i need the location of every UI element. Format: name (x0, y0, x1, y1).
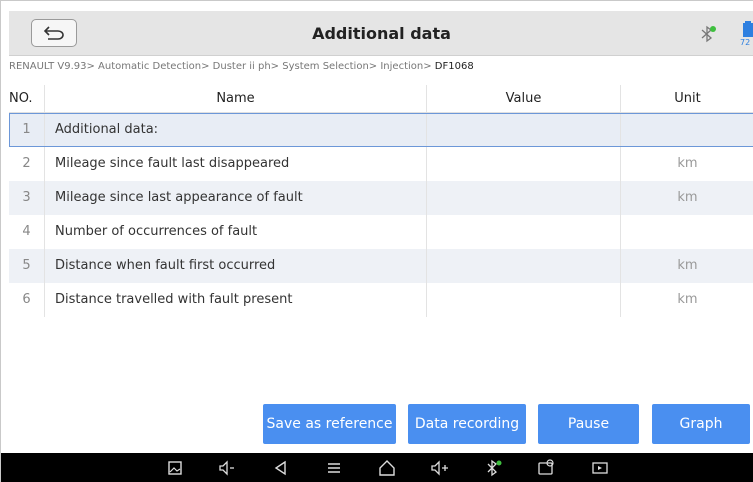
gallery-icon[interactable] (165, 458, 185, 478)
title-bar: Additional data 72 (9, 11, 753, 56)
row-unit: km (677, 190, 698, 205)
table-row[interactable]: 3 Mileage since last appearance of fault… (9, 181, 753, 215)
col-unit-header: Unit (674, 91, 701, 106)
table-row[interactable]: 6 Distance travelled with fault present … (9, 283, 753, 317)
action-bar: Save as reference Data recording Pause G… (1, 404, 753, 444)
menu-icon[interactable] (324, 458, 344, 478)
save-as-reference-button[interactable]: Save as reference (263, 404, 396, 444)
row-name: Number of occurrences of fault (45, 215, 427, 249)
back-button[interactable] (31, 19, 77, 47)
row-name: Mileage since fault last disappeared (45, 147, 427, 181)
data-table: NO. Name Value Unit 1 Additional data: 2… (9, 85, 753, 317)
volume-down-icon[interactable] (217, 458, 237, 478)
graph-button[interactable]: Graph (652, 404, 750, 444)
table-row[interactable]: 1 Additional data: (9, 113, 753, 147)
system-nav-bar (1, 453, 753, 482)
breadcrumb-path: RENAULT V9.93> Automatic Detection> Dust… (9, 61, 432, 72)
row-value (427, 215, 621, 249)
breadcrumb-current: DF1068 (431, 61, 474, 72)
row-unit: km (677, 258, 698, 273)
vci-icon[interactable] (536, 458, 556, 478)
row-value (427, 283, 621, 317)
back-icon[interactable] (271, 458, 291, 478)
row-value (427, 113, 621, 147)
col-no-header: NO. (9, 85, 45, 112)
data-recording-button[interactable]: Data recording (408, 404, 526, 444)
battery-level: 72 (740, 38, 751, 47)
row-name: Distance when fault first occurred (45, 249, 427, 283)
screen-record-icon[interactable] (590, 458, 610, 478)
row-no: 6 (9, 283, 45, 317)
page-title: Additional data (312, 24, 451, 43)
bluetooth-icon[interactable] (483, 458, 503, 478)
row-no: 5 (9, 249, 45, 283)
row-name: Mileage since last appearance of fault (45, 181, 427, 215)
table-row[interactable]: 5 Distance when fault first occurred km (9, 249, 753, 283)
row-value (427, 147, 621, 181)
app-window: Additional data 72 RENAULT V9.93> Automa… (0, 0, 753, 482)
bluetooth-connected-icon (701, 25, 716, 43)
col-name-header: Name (45, 85, 427, 112)
table-row[interactable]: 4 Number of occurrences of fault (9, 215, 753, 249)
pause-button[interactable]: Pause (538, 404, 639, 444)
row-value (427, 249, 621, 283)
row-name: Additional data: (45, 113, 427, 147)
row-name: Distance travelled with fault present (45, 283, 427, 317)
row-value (427, 181, 621, 215)
row-no: 1 (9, 113, 45, 147)
row-no: 4 (9, 215, 45, 249)
row-unit (621, 215, 753, 249)
col-value-header: Value (427, 85, 621, 112)
row-no: 3 (9, 181, 45, 215)
table-row[interactable]: 2 Mileage since fault last disappeared k… (9, 147, 753, 181)
home-icon[interactable] (377, 458, 397, 478)
row-unit (621, 113, 753, 147)
return-arrow-icon (43, 26, 64, 40)
breadcrumb: RENAULT V9.93> Automatic Detection> Dust… (9, 61, 474, 72)
volume-up-icon[interactable] (430, 458, 450, 478)
table-header: NO. Name Value Unit (9, 85, 753, 113)
row-unit: km (677, 292, 698, 307)
row-no: 2 (9, 147, 45, 181)
row-unit: km (677, 156, 698, 171)
